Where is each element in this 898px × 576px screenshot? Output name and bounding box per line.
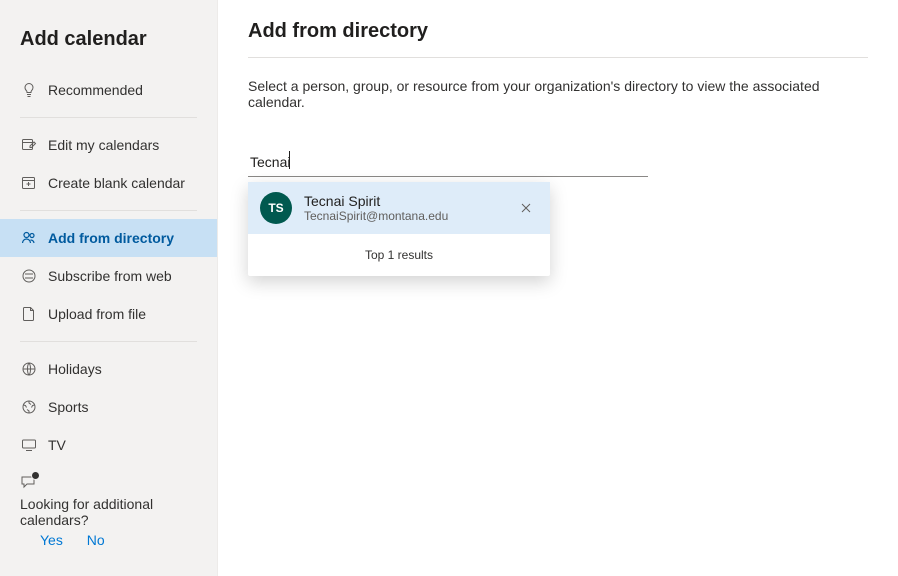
divider bbox=[20, 341, 197, 342]
sidebar-item-add-from-directory[interactable]: Add from directory bbox=[0, 219, 217, 257]
sidebar-item-label: Holidays bbox=[48, 361, 102, 377]
divider bbox=[20, 210, 197, 211]
close-icon[interactable] bbox=[514, 196, 538, 220]
sidebar-item-label: TV bbox=[48, 437, 66, 453]
add-calendar-icon bbox=[20, 174, 38, 192]
sidebar: Add calendar Recommended Edit my calenda… bbox=[0, 0, 218, 576]
sidebar-title: Add calendar bbox=[0, 16, 217, 71]
result-text: Tecnai Spirit TecnaiSpirit@montana.edu bbox=[304, 193, 502, 223]
sidebar-item-label: Sports bbox=[48, 399, 88, 415]
sidebar-item-label: Upload from file bbox=[48, 306, 146, 322]
people-icon bbox=[20, 229, 38, 247]
page-description: Select a person, group, or resource from… bbox=[248, 78, 868, 110]
sidebar-item-label: Create blank calendar bbox=[48, 175, 185, 191]
page-title: Add from directory bbox=[248, 20, 868, 43]
sidebar-item-label: Recommended bbox=[48, 82, 143, 98]
result-email: TecnaiSpirit@montana.edu bbox=[304, 209, 502, 223]
file-icon bbox=[20, 305, 38, 323]
feedback-icon bbox=[20, 474, 38, 492]
divider bbox=[248, 57, 868, 58]
avatar: TS bbox=[260, 192, 292, 224]
sidebar-item-tv[interactable]: TV bbox=[0, 426, 217, 464]
feedback-yes-link[interactable]: Yes bbox=[40, 532, 63, 548]
feedback-prompt: Looking for additional calendars? Yes No bbox=[0, 464, 217, 560]
main-panel: Add from directory Select a person, grou… bbox=[218, 0, 898, 576]
lightbulb-icon bbox=[20, 81, 38, 99]
sidebar-item-sports[interactable]: Sports bbox=[0, 388, 217, 426]
search-input[interactable] bbox=[248, 150, 648, 177]
sports-icon bbox=[20, 398, 38, 416]
search-result-row[interactable]: TS Tecnai Spirit TecnaiSpirit@montana.ed… bbox=[248, 182, 550, 234]
sidebar-item-recommended[interactable]: Recommended bbox=[0, 71, 217, 109]
globe-icon bbox=[20, 360, 38, 378]
sidebar-item-label: Add from directory bbox=[48, 230, 174, 246]
directory-search: TS Tecnai Spirit TecnaiSpirit@montana.ed… bbox=[248, 150, 648, 177]
sidebar-item-edit-calendars[interactable]: Edit my calendars bbox=[0, 126, 217, 164]
sidebar-item-subscribe-web[interactable]: Subscribe from web bbox=[0, 257, 217, 295]
sidebar-item-holidays[interactable]: Holidays bbox=[0, 350, 217, 388]
sidebar-item-upload-file[interactable]: Upload from file bbox=[0, 295, 217, 333]
edit-calendar-icon bbox=[20, 136, 38, 154]
text-cursor bbox=[289, 151, 290, 169]
search-dropdown: TS Tecnai Spirit TecnaiSpirit@montana.ed… bbox=[248, 182, 550, 276]
tv-icon bbox=[20, 436, 38, 454]
divider bbox=[20, 117, 197, 118]
sidebar-item-create-blank[interactable]: Create blank calendar bbox=[0, 164, 217, 202]
feedback-no-link[interactable]: No bbox=[87, 532, 105, 548]
result-name: Tecnai Spirit bbox=[304, 193, 502, 209]
sidebar-item-label: Edit my calendars bbox=[48, 137, 159, 153]
feedback-question: Looking for additional calendars? bbox=[20, 496, 197, 528]
link-icon bbox=[20, 267, 38, 285]
results-footer: Top 1 results bbox=[248, 234, 550, 276]
sidebar-item-label: Subscribe from web bbox=[48, 268, 172, 284]
